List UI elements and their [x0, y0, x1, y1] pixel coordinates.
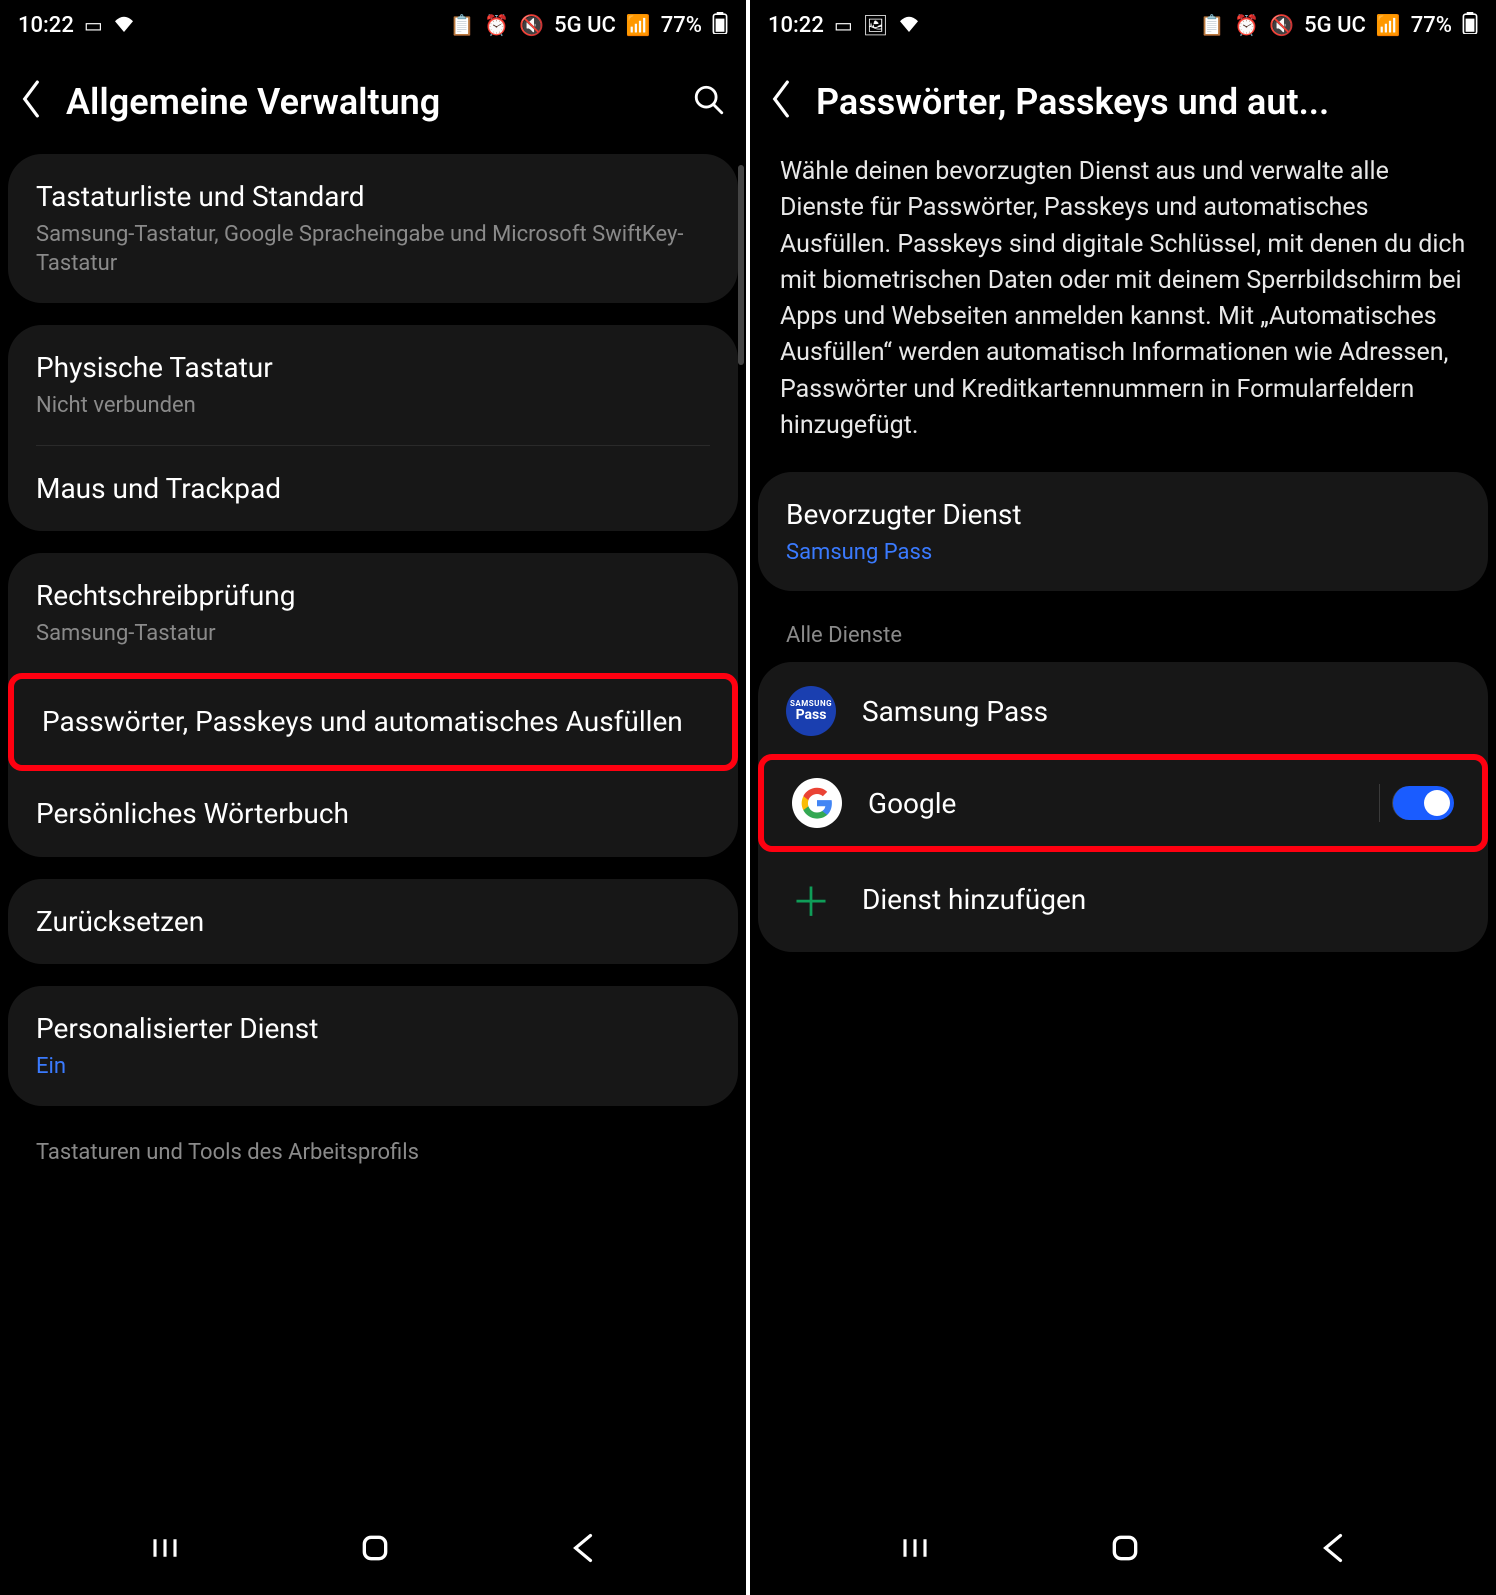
network-label: 5G UC — [554, 13, 616, 38]
service-samsung-pass[interactable]: SAMSUNGPass Samsung Pass — [758, 668, 1488, 754]
nav-home[interactable] — [1109, 1532, 1141, 1568]
alarm-icon: ⏰ — [1234, 13, 1259, 37]
item-title: Personalisierter Dienst — [36, 1010, 710, 1048]
nav-bar — [0, 1505, 746, 1595]
battery-label: 77% — [661, 13, 702, 38]
samsung-pass-icon: SAMSUNGPass — [786, 686, 836, 736]
phone-right: 10:22 ▭ 🖼 📋 ⏰ 🔇 5G UC 📶 77% Passwörter, … — [750, 0, 1496, 1595]
signal-icon: 📶 — [626, 13, 651, 37]
item-title: Persönliches Wörterbuch — [36, 795, 710, 833]
item-personal-dictionary[interactable]: Persönliches Wörterbuch — [8, 771, 738, 857]
description-text: Wähle deinen bevorzugten Dienst aus und … — [758, 154, 1488, 472]
item-subtitle: Nicht verbunden — [36, 391, 710, 421]
search-icon[interactable] — [692, 83, 726, 121]
header: Passwörter, Passkeys und aut... — [750, 50, 1496, 154]
wifi-icon — [113, 13, 135, 37]
status-time: 10:22 — [768, 13, 824, 38]
battery-icon — [712, 12, 728, 39]
image-icon: 🖼 — [863, 13, 888, 37]
toggle-knob — [1424, 790, 1450, 816]
item-reset[interactable]: Zurücksetzen — [8, 879, 738, 965]
nav-back[interactable] — [1320, 1533, 1346, 1567]
clipboard-icon: 📋 — [1199, 13, 1224, 37]
battery-label: 77% — [1411, 13, 1452, 38]
mute-icon: 🔇 — [519, 13, 544, 37]
alarm-icon: ⏰ — [484, 13, 509, 37]
cc-icon: ▭ — [84, 13, 103, 37]
service-name: Samsung Pass — [862, 695, 1460, 728]
nav-bar — [750, 1505, 1496, 1595]
item-title: Rechtschreibprüfung — [36, 577, 710, 615]
page-title: Allgemeine Verwaltung — [66, 81, 668, 123]
content-left: Tastaturliste und Standard Samsung-Tasta… — [0, 154, 746, 1505]
item-subtitle: Samsung-Tastatur, Google Spracheingabe u… — [36, 220, 710, 279]
scrollbar[interactable] — [738, 165, 744, 365]
status-bar: 10:22 ▭ 🖼 📋 ⏰ 🔇 5G UC 📶 77% — [750, 0, 1496, 50]
status-bar: 10:22 ▭ 📋 ⏰ 🔇 5G UC 📶 77% — [0, 0, 746, 50]
item-personalized-service[interactable]: Personalisierter Dienst Ein — [8, 986, 738, 1105]
item-title: Maus und Trackpad — [36, 470, 710, 508]
item-title: Zurücksetzen — [36, 903, 710, 941]
nav-back[interactable] — [570, 1533, 596, 1567]
page-title: Passwörter, Passkeys und aut... — [816, 81, 1476, 123]
signal-icon: 📶 — [1376, 13, 1401, 37]
service-name: Google — [868, 787, 1354, 820]
network-label: 5G UC — [1304, 13, 1366, 38]
service-google[interactable]: Google — [758, 754, 1488, 852]
back-icon[interactable] — [770, 80, 792, 124]
item-physical-keyboard[interactable]: Physische Tastatur Nicht verbunden — [8, 325, 738, 444]
phone-left: 10:22 ▭ 📋 ⏰ 🔇 5G UC 📶 77% Allgemeine Ver… — [0, 0, 746, 1595]
item-title: Physische Tastatur — [36, 349, 710, 387]
clipboard-icon: 📋 — [449, 13, 474, 37]
section-work-profile: Tastaturen und Tools des Arbeitsprofils — [8, 1128, 738, 1165]
item-mouse-trackpad[interactable]: Maus und Trackpad — [8, 446, 738, 532]
plus-icon: ＋ — [786, 870, 836, 928]
item-subtitle: Samsung-Tastatur — [36, 619, 710, 649]
item-keyboard-list[interactable]: Tastaturliste und Standard Samsung-Tasta… — [8, 154, 738, 303]
nav-recents[interactable] — [150, 1533, 180, 1567]
item-spellcheck[interactable]: Rechtschreibprüfung Samsung-Tastatur — [8, 553, 738, 672]
battery-icon — [1462, 12, 1478, 39]
item-title: Bevorzugter Dienst — [786, 496, 1460, 534]
item-title: Tastaturliste und Standard — [36, 178, 710, 216]
header: Allgemeine Verwaltung — [0, 50, 746, 154]
item-preferred-service[interactable]: Bevorzugter Dienst Samsung Pass — [758, 472, 1488, 591]
nav-home[interactable] — [359, 1532, 391, 1568]
mute-icon: 🔇 — [1269, 13, 1294, 37]
nav-recents[interactable] — [900, 1533, 930, 1567]
item-passwords-passkeys[interactable]: Passwörter, Passkeys und automatisches A… — [8, 673, 738, 771]
wifi-icon — [898, 13, 920, 37]
content-right: Wähle deinen bevorzugten Dienst aus und … — [750, 154, 1496, 1505]
status-time: 10:22 — [18, 13, 74, 38]
section-all-services: Alle Dienste — [758, 613, 1488, 662]
service-add[interactable]: ＋ Dienst hinzufügen — [758, 852, 1488, 946]
item-title: Passwörter, Passkeys und automatisches A… — [42, 703, 704, 741]
google-icon — [792, 778, 842, 828]
cc-icon: ▭ — [834, 13, 853, 37]
item-subtitle: Ein — [36, 1052, 710, 1082]
google-toggle[interactable] — [1392, 786, 1454, 820]
back-icon[interactable] — [20, 80, 42, 124]
item-subtitle: Samsung Pass — [786, 538, 1460, 568]
service-name: Dienst hinzufügen — [862, 883, 1460, 916]
